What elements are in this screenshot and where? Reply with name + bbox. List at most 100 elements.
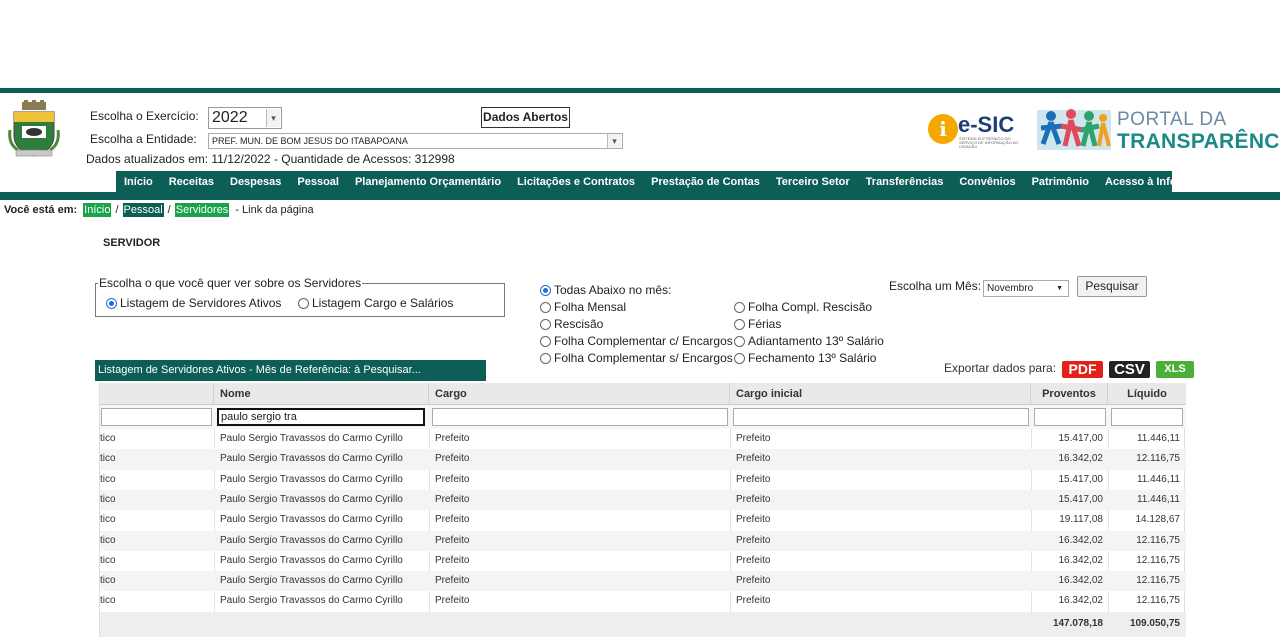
nav-item-pessoal[interactable]: Pessoal [289,173,347,191]
nav-item-licitacoes[interactable]: Licitações e Contratos [509,173,643,191]
table-row[interactable]: tico Paulo Sergio Travassos do Carmo Cyr… [100,530,1186,551]
grid-title: Listagem de Servidores Ativos - Mês de R… [95,360,486,381]
nav-item-inicio[interactable]: Início [116,173,161,191]
cell-proventos: 16.342,02 [1058,453,1104,465]
filter-input-cargo[interactable] [432,408,728,426]
table-row[interactable]: tico Paulo Sergio Travassos do Carmo Cyr… [100,429,1186,449]
filter-input-tipo[interactable] [101,408,212,426]
nav-item-planejamento[interactable]: Planejamento Orçamentário [347,173,509,191]
radio-icon [734,301,745,313]
radio-cargo-salarios-label: Listagem Cargo e Salários [312,296,454,310]
esic-logo[interactable]: i e-SIC SISTEMA ELETRÔNICO DO SERVIÇO DE… [928,112,1019,149]
nav-item-receitas[interactable]: Receitas [161,173,222,191]
column-header-cargo[interactable]: Cargo [429,383,730,405]
table-row[interactable]: tico Paulo Sergio Travassos do Carmo Cyr… [100,591,1186,611]
search-button[interactable]: Pesquisar [1077,276,1147,297]
cell-tipo: tico [100,473,116,485]
nav-item-transferencias[interactable]: Transferências [858,173,952,191]
table-row[interactable]: tico Paulo Sergio Travassos do Carmo Cyr… [100,470,1186,490]
info-icon: i [928,114,958,144]
cell-proventos: 16.342,02 [1058,554,1104,566]
radio-todas-label: Todas Abaixo no mês: [554,283,672,297]
breadcrumb-separator: / [115,204,119,216]
grid-header: Nome Cargo Cargo inicial Proventos Líqui… [100,383,1186,405]
filter-input-proventos[interactable] [1034,408,1106,426]
top-blank-area [0,0,1280,88]
radio-ferias[interactable]: Férias [734,317,781,331]
table-row[interactable]: tico Paulo Sergio Travassos do Carmo Cyr… [100,449,1186,470]
entidade-select[interactable]: PREF. MUN. DE BOM JESUS DO ITABAPOANA ▾ [208,133,623,149]
esic-logo-text: e-SIC [958,112,1015,137]
cell-tipo: tico [100,575,116,587]
cell-nome: Paulo Sergio Travassos do Carmo Cyrillo [220,514,403,526]
table-row[interactable]: tico Paulo Sergio Travassos do Carmo Cyr… [100,551,1186,571]
radio-fechamento-13[interactable]: Fechamento 13º Salário [734,351,876,365]
radio-cargo-salarios[interactable]: Listagem Cargo e Salários [298,296,453,310]
export-xls-button[interactable]: XLS [1156,361,1194,378]
nav-item-convenios[interactable]: Convênios [951,173,1023,191]
cell-liquido: 12.116,75 [1136,595,1180,607]
cell-tipo: tico [100,493,116,505]
breadcrumb-servidores[interactable]: Servidores [174,203,230,217]
cell-nome: Paulo Sergio Travassos do Carmo Cyrillo [220,575,403,587]
table-row[interactable]: tico Paulo Sergio Travassos do Carmo Cyr… [100,489,1186,511]
column-header-liquido[interactable]: Líquido [1108,383,1186,405]
cell-nome: Paulo Sergio Travassos do Carmo Cyrillo [220,595,403,607]
radio-todas[interactable]: Todas Abaixo no mês: [540,283,671,297]
radio-folha-compl-rescisao[interactable]: Folha Compl. Rescisão [734,300,872,314]
cell-nome: Paulo Sergio Travassos do Carmo Cyrillo [220,453,403,465]
filter-input-liquido[interactable] [1111,408,1183,426]
nav-item-prestacao-contas[interactable]: Prestação de Contas [643,173,768,191]
radio-rescisao[interactable]: Rescisão [540,317,603,331]
radio-selected-icon [540,284,551,296]
page-link[interactable]: - Link da página [235,204,313,216]
nav-band [0,192,1280,200]
radio-folha-compl-sem-encargos-label: Folha Complementar s/ Encargos [554,351,733,365]
people-figures-icon [1037,109,1111,150]
column-header-tipo[interactable] [100,383,214,405]
chevron-down-icon: ▼ [1056,285,1063,292]
export-pdf-button[interactable]: PDF [1062,361,1103,378]
cell-liquido: 11.446,11 [1136,433,1180,444]
radio-folha-compl-com-encargos-label: Folha Complementar c/ Encargos [554,334,733,348]
filter-input-cargo-inicial[interactable] [733,408,1029,426]
updated-info: Dados atualizados em: 11/12/2022 - Quant… [86,152,455,166]
radio-folha-compl-com-encargos[interactable]: Folha Complementar c/ Encargos [540,334,733,348]
radio-icon [734,318,745,330]
nav-item-terceiro-setor[interactable]: Terceiro Setor [768,173,858,191]
cell-proventos: 15.417,00 [1058,433,1104,444]
servidores-grid: Nome Cargo Cargo inicial Proventos Líqui… [99,383,1186,637]
month-select[interactable]: Novembro ▼ [983,280,1069,297]
exercicio-select[interactable]: 2022 ▾ [208,107,282,129]
filter-input-nome[interactable]: paulo sergio tra [217,408,425,426]
breadcrumb-pessoal[interactable]: Pessoal [122,203,164,217]
column-header-nome[interactable]: Nome [214,383,429,405]
column-header-cargo-inicial[interactable]: Cargo inicial [730,383,1031,405]
cell-nome: Paulo Sergio Travassos do Carmo Cyrillo [220,554,403,566]
radio-servidores-ativos[interactable]: Listagem de Servidores Ativos [106,296,281,310]
cell-liquido: 12.116,75 [1136,453,1180,465]
radio-folha-mensal[interactable]: Folha Mensal [540,300,626,314]
cell-cargo: Prefeito [435,554,470,566]
municipal-crest-icon [8,100,60,157]
radio-folha-compl-sem-encargos[interactable]: Folha Complementar s/ Encargos [540,351,733,365]
nav-item-acesso-informacao[interactable]: Acesso à Informação [1097,173,1224,191]
column-header-proventos[interactable]: Proventos [1031,383,1108,405]
table-row[interactable]: tico Paulo Sergio Travassos do Carmo Cyr… [100,571,1186,592]
cell-cargo-inicial: Prefeito [736,453,771,465]
dados-abertos-button[interactable]: Dados Abertos [481,107,570,128]
nav-item-patrimonio[interactable]: Patrimônio [1024,173,1097,191]
portal-transparencia-logo[interactable]: PORTAL DA TRANSPARÊNCIA [1037,106,1280,156]
cell-tipo: tico [100,433,116,444]
cell-liquido: 14.128,67 [1135,514,1181,526]
cell-nome: Paulo Sergio Travassos do Carmo Cyrillo [220,433,403,444]
table-row[interactable]: tico Paulo Sergio Travassos do Carmo Cyr… [100,510,1186,530]
cell-proventos: 19.117,08 [1059,514,1103,526]
choose-legend: Escolha o que você quer ver sobre os Ser… [99,276,362,290]
nav-item-despesas[interactable]: Despesas [222,173,289,191]
page-title: SERVIDOR [103,237,161,249]
radio-adiantamento-13[interactable]: Adiantamento 13º Salário [734,334,884,348]
breadcrumb-inicio[interactable]: Início [83,203,112,217]
radio-icon [540,301,551,313]
export-csv-button[interactable]: CSV [1109,361,1150,378]
